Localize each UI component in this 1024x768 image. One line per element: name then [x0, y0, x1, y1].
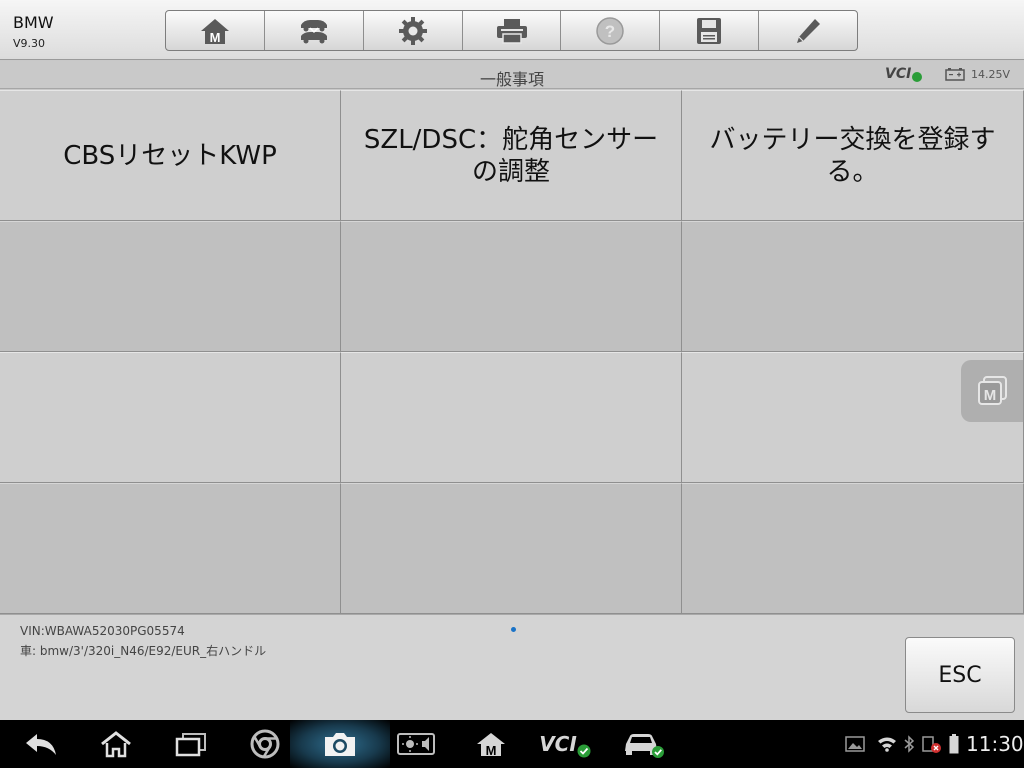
- vci-check-icon: [577, 744, 591, 758]
- maxisys-button[interactable]: M: [469, 720, 513, 768]
- bluetooth-status: [901, 720, 917, 768]
- wifi-icon: [878, 737, 896, 752]
- image-icon: [845, 736, 865, 752]
- svg-text:M: M: [210, 30, 221, 45]
- battery-icon: [945, 68, 965, 81]
- home-icon: M: [200, 18, 229, 45]
- function-tile[interactable]: SZL/DSC：舵角センサーの調整: [341, 90, 682, 221]
- esc-button[interactable]: ESC: [905, 637, 1015, 713]
- settings-gear-icon: [398, 16, 427, 45]
- vci-connected-icon: [912, 72, 923, 82]
- toolbar: M ?: [165, 10, 858, 51]
- svg-text:M: M: [486, 743, 497, 758]
- pen-icon: [797, 18, 821, 43]
- svg-text:M: M: [983, 387, 996, 404]
- home-button[interactable]: M: [166, 11, 265, 50]
- edit-button[interactable]: [759, 11, 857, 50]
- svg-text:?: ?: [605, 22, 615, 41]
- floating-maxisys-button[interactable]: M: [961, 360, 1024, 422]
- empty-tile: [682, 483, 1024, 614]
- settings-button[interactable]: [364, 11, 463, 50]
- home-icon: [101, 731, 131, 758]
- vin-text: VIN:WBAWA52030PG05574: [20, 624, 185, 638]
- help-button[interactable]: ?: [561, 11, 661, 50]
- save-icon: [697, 17, 722, 44]
- vci-status: VCI: [885, 66, 923, 82]
- empty-tile: [341, 221, 682, 352]
- screen-settings-button[interactable]: [394, 720, 438, 768]
- app-version: V9.30: [13, 37, 46, 50]
- back-button[interactable]: [18, 720, 64, 768]
- back-icon: [26, 734, 56, 755]
- vehicle-swap-button[interactable]: [265, 11, 364, 50]
- no-signal-icon: [922, 736, 941, 753]
- vci-button[interactable]: VCI: [538, 720, 592, 768]
- function-tile[interactable]: CBSリセットKWP: [0, 90, 341, 221]
- battery-level-status: [946, 720, 962, 768]
- empty-tile: [341, 483, 682, 614]
- sub-header: 一般事項 VCI 14.25V: [0, 61, 1024, 89]
- top-bar: BMW V9.30 M ?: [0, 0, 1024, 60]
- battery-level-icon: [949, 734, 959, 754]
- vehicle-button[interactable]: [620, 720, 666, 768]
- sim-status: [920, 720, 944, 768]
- battery-voltage: 14.25V: [971, 68, 1011, 81]
- bluetooth-icon: [904, 735, 915, 753]
- function-grid: CBSリセットKWP SZL/DSC：舵角センサーの調整 バッテリー交換を登録す…: [0, 90, 1024, 614]
- gallery-status: [844, 720, 866, 768]
- empty-tile: [0, 483, 341, 614]
- printer-icon: [496, 18, 527, 44]
- camera-icon: [325, 733, 355, 756]
- save-button[interactable]: [660, 11, 760, 50]
- vehicle-swap-icon: [300, 19, 327, 43]
- maxisys-icon: M: [477, 733, 505, 758]
- empty-tile: [0, 352, 341, 483]
- empty-tile: [682, 221, 1024, 352]
- maxisys-m-icon: M: [977, 376, 1007, 405]
- empty-tile: [341, 352, 682, 483]
- function-tile[interactable]: バッテリー交換を登録する。: [682, 90, 1024, 221]
- clock: 11:30: [966, 732, 1024, 756]
- vehicle-icon: [625, 734, 664, 758]
- vci-label: VCI: [885, 66, 912, 82]
- footer: VIN:WBAWA52030PG05574 車: bmw/3'/320i_N46…: [0, 614, 1024, 720]
- battery-status: 14.25V: [945, 68, 1010, 81]
- page-title: 一般事項: [479, 70, 544, 89]
- system-nav-bar: M VCI 11:30: [0, 720, 1024, 768]
- chrome-icon: [250, 729, 280, 759]
- print-button[interactable]: [463, 11, 562, 50]
- chrome-button[interactable]: [244, 720, 286, 768]
- wifi-status: [876, 720, 898, 768]
- app-title: BMW: [13, 13, 54, 32]
- screen-settings-icon: [397, 733, 435, 755]
- page-indicator-dot: [511, 627, 516, 632]
- camera-button[interactable]: [318, 720, 362, 768]
- recent-apps-button[interactable]: [170, 720, 212, 768]
- home-nav-button[interactable]: [94, 720, 138, 768]
- vci-nav-label: VCI: [539, 732, 577, 756]
- recent-apps-icon: [175, 733, 206, 757]
- empty-tile: [0, 221, 341, 352]
- help-icon: ?: [596, 16, 625, 45]
- vehicle-info-text: 車: bmw/3'/320i_N46/E92/EUR_右ハンドル: [20, 644, 267, 658]
